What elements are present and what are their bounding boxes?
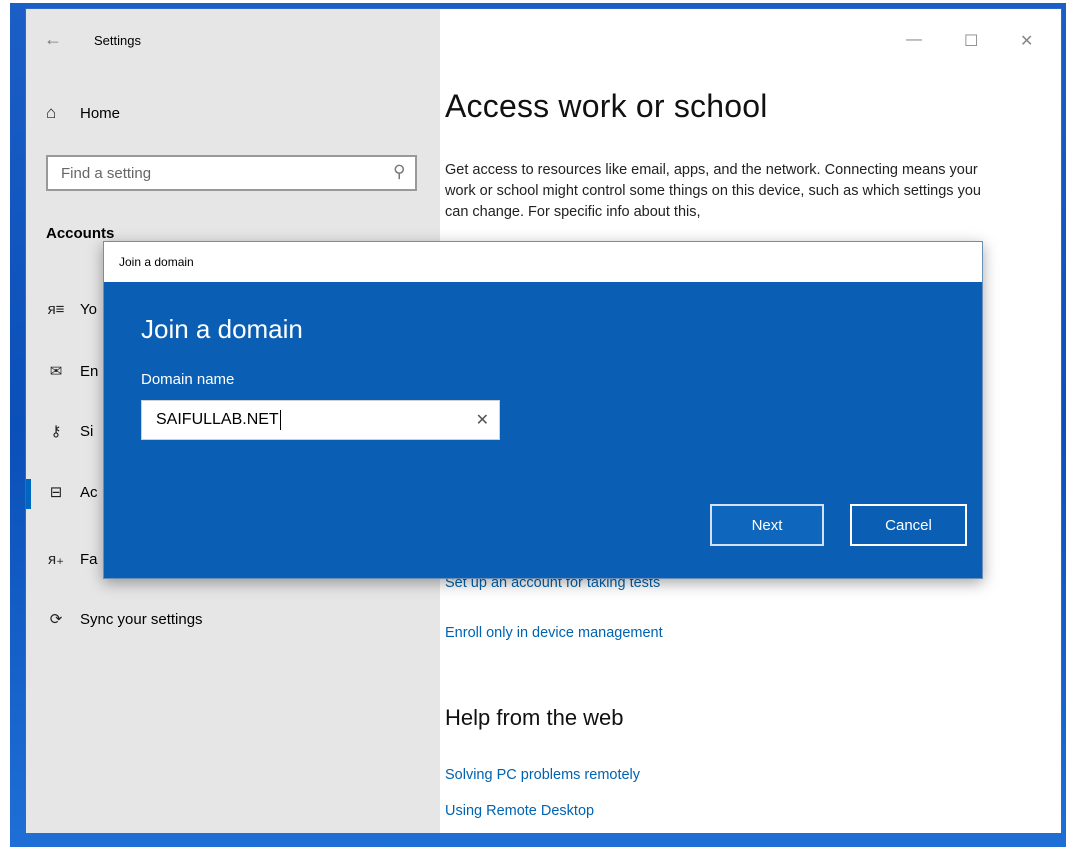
join-domain-dialog: Join a domain Join a domain Domain name …: [103, 241, 983, 579]
active-indicator: [26, 479, 31, 509]
text-caret: [279, 410, 281, 430]
cancel-button[interactable]: Cancel: [850, 504, 967, 546]
minimize-icon[interactable]: —: [906, 31, 922, 49]
sidebar-item-label: Fa: [80, 550, 98, 568]
briefcase-icon: ⊟: [49, 484, 63, 501]
section-header: Accounts: [46, 225, 115, 242]
domain-name-field[interactable]: SAIFULLAB.NET ✕: [141, 400, 500, 440]
maximize-icon[interactable]: ☐: [964, 31, 978, 51]
sidebar-item-sign-in[interactable]: ⚷ Si: [46, 422, 94, 441]
mail-icon: ✉: [49, 363, 63, 380]
search-placeholder: Find a setting: [61, 164, 152, 182]
sidebar-item-family[interactable]: ᴙ₊ Fa: [46, 550, 98, 569]
sidebar-item-label: En: [80, 362, 99, 380]
link-enroll-device[interactable]: Enroll only in device management: [445, 625, 663, 641]
sidebar-item-label: Si: [80, 422, 94, 440]
page-title: Access work or school: [445, 88, 768, 124]
app-title: Settings: [94, 33, 141, 48]
back-arrow-icon[interactable]: ←: [44, 29, 62, 50]
domain-name-value: SAIFULLAB.NET: [156, 411, 279, 428]
domain-name-label: Domain name: [141, 371, 235, 388]
sidebar-item-your-info[interactable]: ᴙ≡ Yo: [46, 301, 97, 318]
sidebar-item-email[interactable]: ✉ En: [46, 362, 99, 381]
sidebar-item-label: Yo: [80, 301, 97, 318]
sync-icon: ⟳: [49, 611, 63, 628]
key-icon: ⚷: [50, 423, 62, 440]
search-input[interactable]: Find a setting ⚲: [46, 155, 417, 191]
sidebar-item-access-work[interactable]: ⊟ Ac: [46, 483, 98, 502]
close-icon[interactable]: ✕: [1020, 31, 1033, 51]
help-section-title: Help from the web: [445, 705, 624, 730]
home-label: Home: [80, 104, 121, 122]
sidebar-item-sync[interactable]: ⟳ Sync your settings: [46, 610, 203, 629]
clear-icon[interactable]: ✕: [476, 410, 489, 430]
person-list-icon: ᴙ≡: [47, 301, 65, 318]
sidebar-item-label: Sync your settings: [80, 610, 203, 628]
help-link-remote-problems[interactable]: Solving PC problems remotely: [445, 767, 640, 783]
search-icon[interactable]: ⚲: [393, 162, 405, 182]
home-link[interactable]: ⌂ Home: [46, 103, 120, 123]
help-link-remote-desktop[interactable]: Using Remote Desktop: [445, 803, 594, 819]
sidebar-item-label: Ac: [80, 483, 98, 501]
next-button[interactable]: Next: [710, 504, 824, 546]
dialog-heading: Join a domain: [141, 314, 303, 344]
page-description: Get access to resources like email, apps…: [445, 162, 981, 220]
home-icon: ⌂: [46, 103, 57, 122]
add-person-icon: ᴙ₊: [47, 551, 65, 568]
dialog-titlebar: Join a domain: [104, 242, 982, 282]
